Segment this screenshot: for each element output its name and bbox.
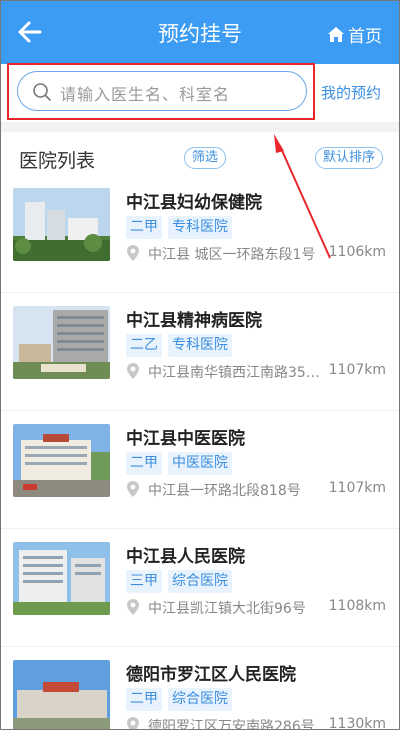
annotation-arrow (274, 134, 331, 259)
